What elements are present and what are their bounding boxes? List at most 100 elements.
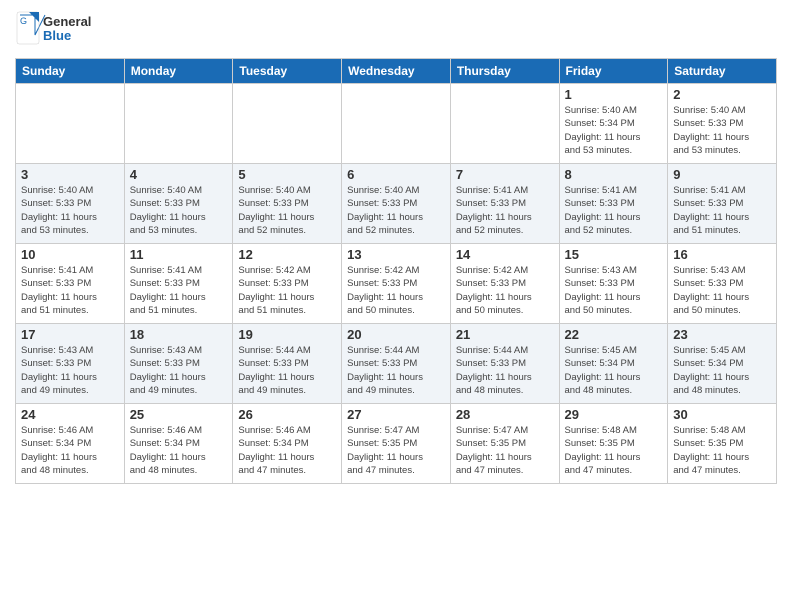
calendar-cell [450,84,559,164]
day-info: Sunrise: 5:42 AMSunset: 5:33 PMDaylight:… [456,264,554,317]
day-number: 21 [456,327,554,342]
day-info: Sunrise: 5:45 AMSunset: 5:34 PMDaylight:… [673,344,771,397]
calendar-cell: 29 Sunrise: 5:48 AMSunset: 5:35 PMDayligh… [559,404,668,484]
calendar-cell: 7Sunrise: 5:41 AMSunset: 5:33 PMDaylight… [450,164,559,244]
day-info: Sunrise: 5:46 AMSunset: 5:34 PMDaylight:… [238,424,336,477]
day-info: Sunrise: 5:46 AMSunset: 5:34 PMDaylight:… [130,424,228,477]
calendar-cell: 25 Sunrise: 5:46 AMSunset: 5:34 PMDayligh… [124,404,233,484]
day-info: Sunrise: 5:40 AMSunset: 5:33 PMDaylight:… [21,184,119,237]
day-number: 27 [347,407,445,422]
day-number: 28 [456,407,554,422]
day-number: 14 [456,247,554,262]
calendar-cell: 11 Sunrise: 5:41 AMSunset: 5:33 PMDayligh… [124,244,233,324]
logo: General Blue G [15,10,105,50]
calendar-cell: 5Sunrise: 5:40 AMSunset: 5:33 PMDaylight… [233,164,342,244]
day-number: 12 [238,247,336,262]
svg-text:Blue: Blue [43,28,71,43]
calendar-cell: 14 Sunrise: 5:42 AMSunset: 5:33 PMDayligh… [450,244,559,324]
calendar-week-row: 17Sunrise: 5:43 AMSunset: 5:33 PMDayligh… [16,324,777,404]
calendar-cell: 10 Sunrise: 5:41 AMSunset: 5:33 PMDayligh… [16,244,125,324]
day-number: 30 [673,407,771,422]
weekday-header-row: SundayMondayTuesdayWednesdayThursdayFrid… [16,59,777,84]
day-number: 2 [673,87,771,102]
day-number: 13 [347,247,445,262]
day-number: 23 [673,327,771,342]
day-number: 26 [238,407,336,422]
day-number: 29 [565,407,663,422]
day-number: 9 [673,167,771,182]
calendar-cell: 27 Sunrise: 5:47 AMSunset: 5:35 PMDayligh… [342,404,451,484]
weekday-header-sunday: Sunday [16,59,125,84]
day-info: Sunrise: 5:42 AMSunset: 5:33 PMDaylight:… [347,264,445,317]
day-number: 3 [21,167,119,182]
calendar-cell: 8 Sunrise: 5:41 AMSunset: 5:33 PMDaylight… [559,164,668,244]
calendar-cell: 6 Sunrise: 5:40 AMSunset: 5:33 PMDaylight… [342,164,451,244]
day-info: Sunrise: 5:40 AMSunset: 5:33 PMDaylight:… [130,184,228,237]
day-info: Sunrise: 5:47 AMSunset: 5:35 PMDaylight:… [456,424,554,477]
day-number: 1 [565,87,663,102]
calendar-cell [233,84,342,164]
calendar-table: SundayMondayTuesdayWednesdayThursdayFrid… [15,58,777,484]
calendar-cell: 23 Sunrise: 5:45 AMSunset: 5:34 PMDayligh… [668,324,777,404]
day-info: Sunrise: 5:41 AMSunset: 5:33 PMDaylight:… [21,264,119,317]
day-number: 25 [130,407,228,422]
calendar-cell [124,84,233,164]
day-number: 18 [130,327,228,342]
weekday-header-tuesday: Tuesday [233,59,342,84]
day-info: Sunrise: 5:43 AMSunset: 5:33 PMDaylight:… [673,264,771,317]
calendar-cell: 9 Sunrise: 5:41 AMSunset: 5:33 PMDaylight… [668,164,777,244]
svg-text:General: General [43,14,91,29]
day-info: Sunrise: 5:48 AMSunset: 5:35 PMDaylight:… [673,424,771,477]
calendar-cell: 28 Sunrise: 5:47 AMSunset: 5:35 PMDayligh… [450,404,559,484]
day-info: Sunrise: 5:44 AMSunset: 5:33 PMDaylight:… [347,344,445,397]
weekday-header-monday: Monday [124,59,233,84]
calendar-cell: 26 Sunrise: 5:46 AMSunset: 5:34 PMDayligh… [233,404,342,484]
calendar-cell [342,84,451,164]
day-info: Sunrise: 5:40 AMSunset: 5:33 PMDaylight:… [347,184,445,237]
day-info: Sunrise: 5:41 AMSunset: 5:33 PMDaylight:… [456,184,554,237]
day-info: Sunrise: 5:41 AMSunset: 5:33 PMDaylight:… [673,184,771,237]
calendar-cell: 13 Sunrise: 5:42 AMSunset: 5:33 PMDayligh… [342,244,451,324]
calendar-cell: 21 Sunrise: 5:44 AMSunset: 5:33 PMDayligh… [450,324,559,404]
calendar-cell: 4 Sunrise: 5:40 AMSunset: 5:33 PMDaylight… [124,164,233,244]
calendar-cell: 18 Sunrise: 5:43 AMSunset: 5:33 PMDayligh… [124,324,233,404]
day-info: Sunrise: 5:48 AMSunset: 5:35 PMDaylight:… [565,424,663,477]
calendar-cell: 22 Sunrise: 5:45 AMSunset: 5:34 PMDayligh… [559,324,668,404]
day-number: 22 [565,327,663,342]
calendar-cell: 30 Sunrise: 5:48 AMSunset: 5:35 PMDayligh… [668,404,777,484]
day-number: 6 [347,167,445,182]
calendar-cell: 20 Sunrise: 5:44 AMSunset: 5:33 PMDayligh… [342,324,451,404]
weekday-header-wednesday: Wednesday [342,59,451,84]
day-number: 10 [21,247,119,262]
day-number: 19 [238,327,336,342]
day-number: 15 [565,247,663,262]
day-info: Sunrise: 5:44 AMSunset: 5:33 PMDaylight:… [456,344,554,397]
calendar-cell: 17Sunrise: 5:43 AMSunset: 5:33 PMDayligh… [16,324,125,404]
day-info: Sunrise: 5:43 AMSunset: 5:33 PMDaylight:… [130,344,228,397]
day-number: 4 [130,167,228,182]
header: General Blue G [15,10,777,50]
day-info: Sunrise: 5:41 AMSunset: 5:33 PMDaylight:… [130,264,228,317]
day-info: Sunrise: 5:41 AMSunset: 5:33 PMDaylight:… [565,184,663,237]
day-number: 16 [673,247,771,262]
day-info: Sunrise: 5:40 AMSunset: 5:33 PMDaylight:… [673,104,771,157]
page: General Blue G SundayMondayTuesdayWednes… [0,0,792,612]
day-info: Sunrise: 5:45 AMSunset: 5:34 PMDaylight:… [565,344,663,397]
weekday-header-friday: Friday [559,59,668,84]
calendar-cell: 1Sunrise: 5:40 AMSunset: 5:34 PMDaylight… [559,84,668,164]
day-number: 24 [21,407,119,422]
calendar-cell: 12Sunrise: 5:42 AMSunset: 5:33 PMDayligh… [233,244,342,324]
calendar-cell: 19 Sunrise: 5:44 AMSunset: 5:33 PMDayligh… [233,324,342,404]
calendar-cell: 3 Sunrise: 5:40 AMSunset: 5:33 PMDaylight… [16,164,125,244]
day-number: 8 [565,167,663,182]
day-info: Sunrise: 5:47 AMSunset: 5:35 PMDaylight:… [347,424,445,477]
day-number: 11 [130,247,228,262]
calendar-week-row: 10 Sunrise: 5:41 AMSunset: 5:33 PMDayligh… [16,244,777,324]
calendar-week-row: 24 Sunrise: 5:46 AMSunset: 5:34 PMDayligh… [16,404,777,484]
weekday-header-thursday: Thursday [450,59,559,84]
calendar-week-row: 1Sunrise: 5:40 AMSunset: 5:34 PMDaylight… [16,84,777,164]
svg-text:G: G [20,16,27,26]
day-info: Sunrise: 5:44 AMSunset: 5:33 PMDaylight:… [238,344,336,397]
day-number: 20 [347,327,445,342]
calendar-cell: 2 Sunrise: 5:40 AMSunset: 5:33 PMDaylight… [668,84,777,164]
